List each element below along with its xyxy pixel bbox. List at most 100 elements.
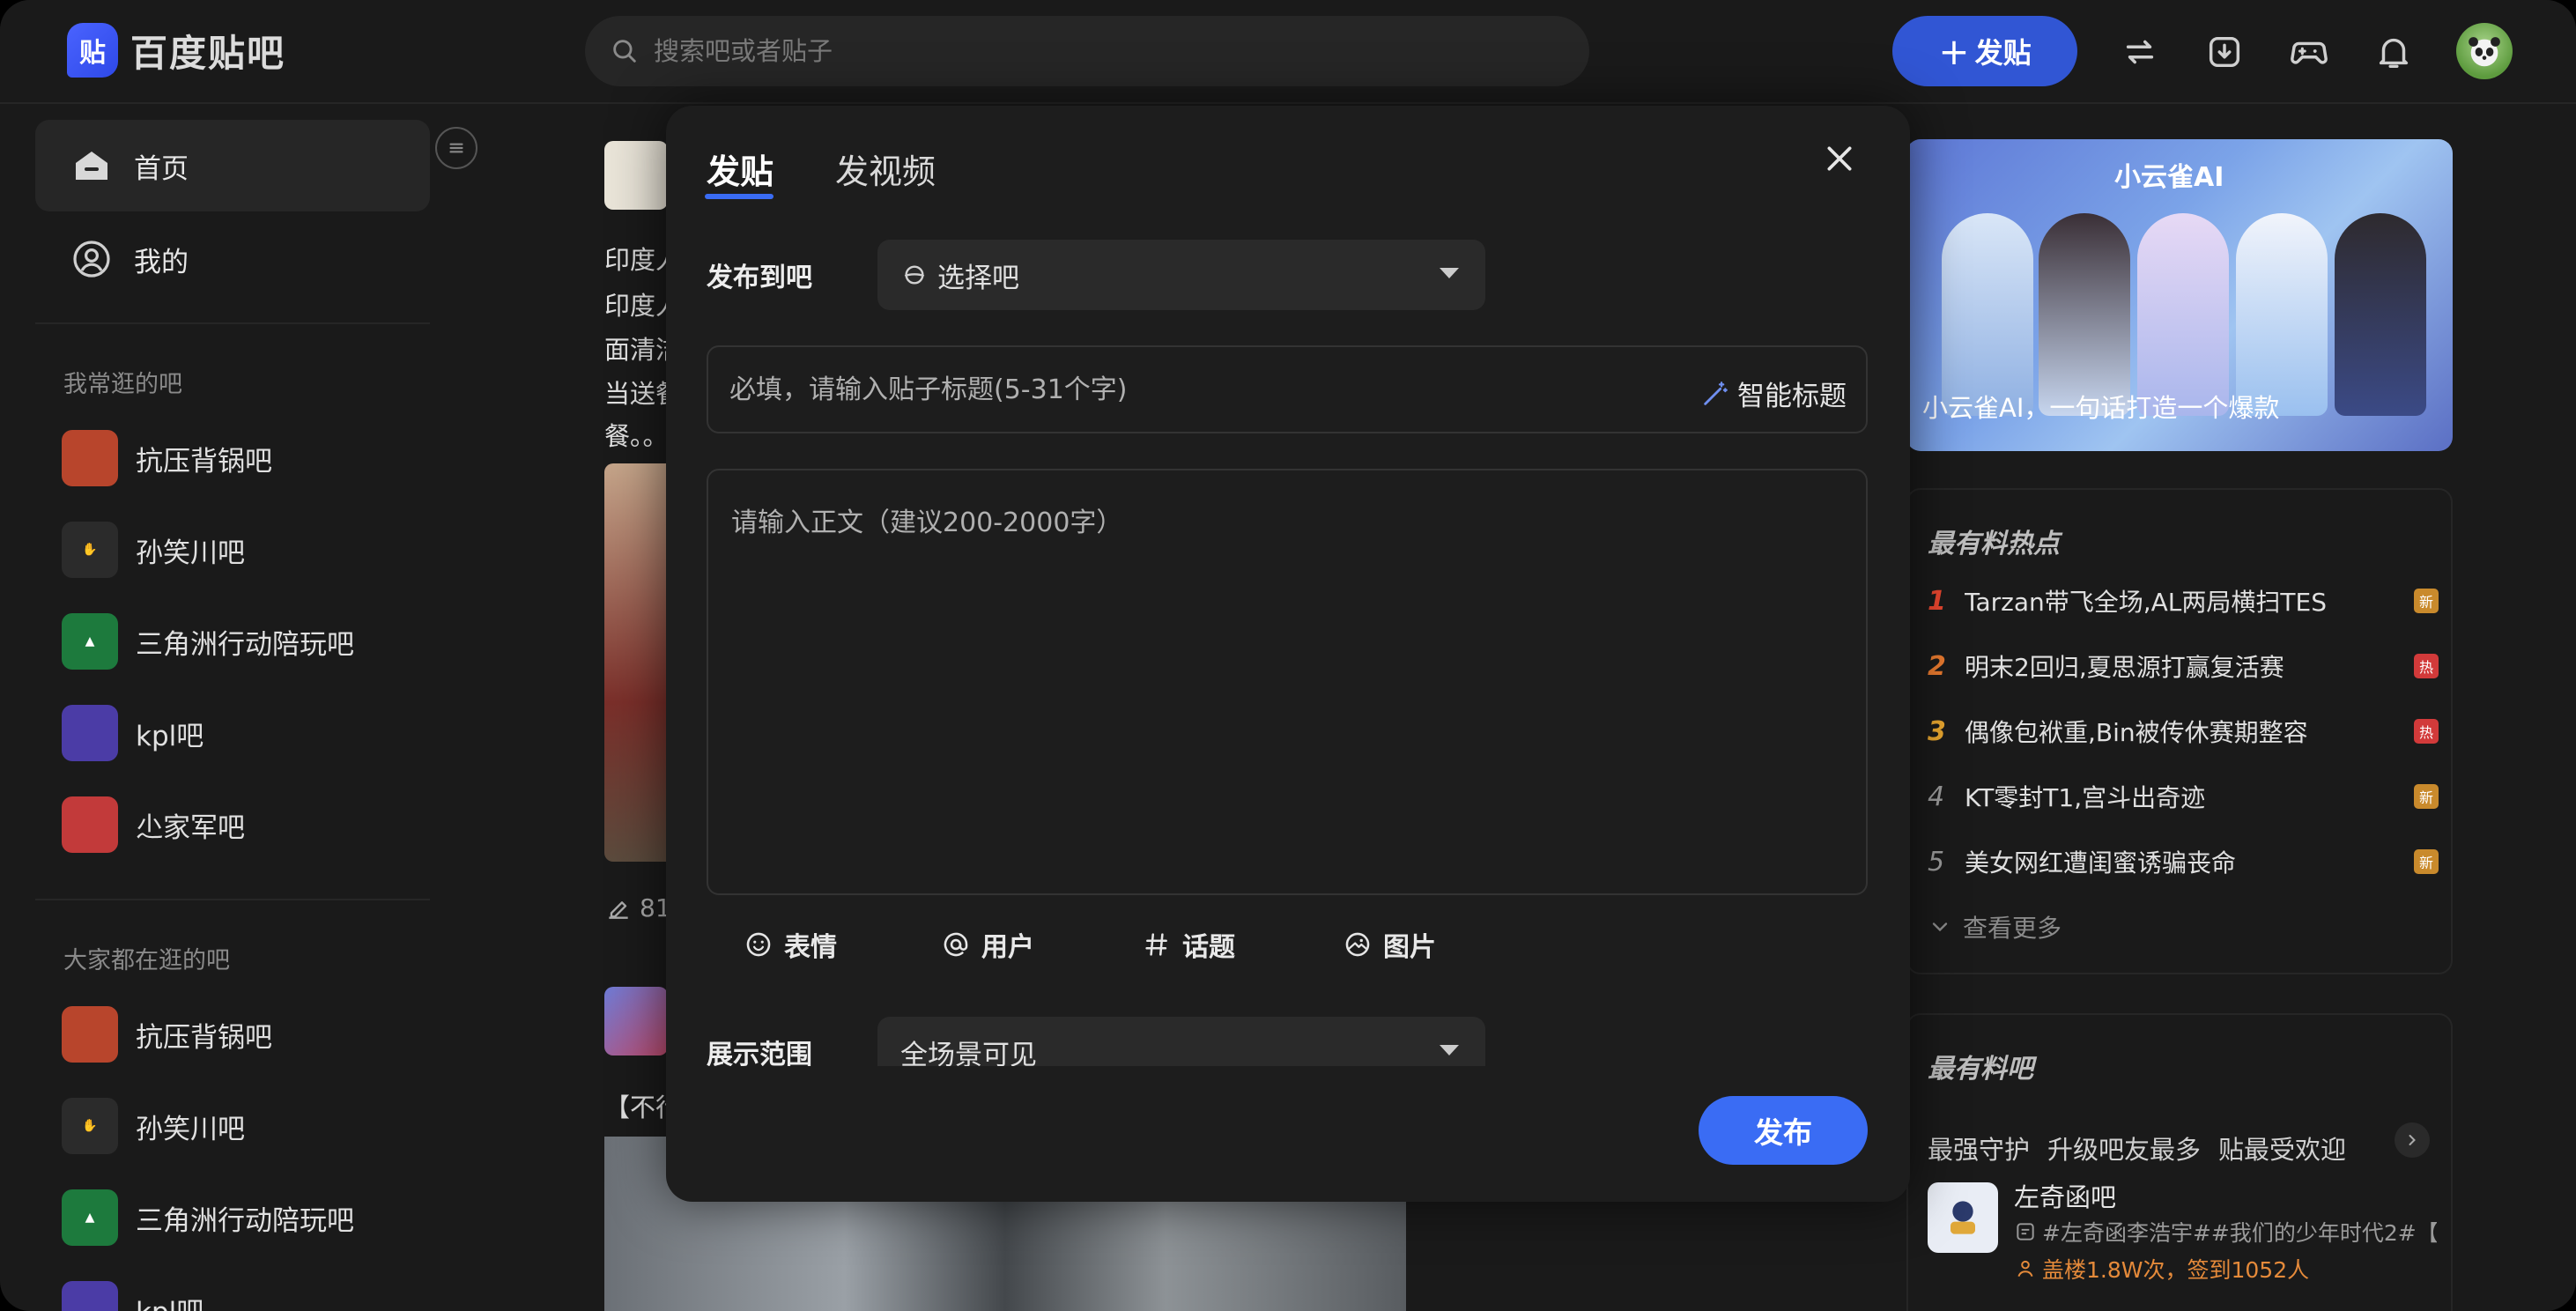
- sidebar-forum-kangya-popular[interactable]: 抗压背锅吧: [62, 1006, 272, 1063]
- forum-label: kpl吧: [136, 1290, 204, 1311]
- image-icon: [1345, 932, 1370, 957]
- new-badge: 新: [2414, 849, 2439, 874]
- divider: [35, 899, 430, 900]
- sidebar-forum-kpl-popular[interactable]: kpl吧: [62, 1281, 204, 1311]
- magic-wand-icon: [1704, 381, 1728, 405]
- smart-title-label: 智能标题: [1737, 381, 1847, 412]
- hot-badge: 热: [2414, 719, 2439, 744]
- tab-video[interactable]: 发视频: [835, 144, 936, 193]
- chevron-down-icon: [1440, 268, 1459, 278]
- banner-figure: [2335, 213, 2426, 416]
- chevron-down-icon: [1932, 922, 1948, 932]
- logo-mark: 贴: [67, 23, 118, 78]
- post-line: 餐。。: [604, 421, 669, 451]
- tab-most-popular[interactable]: 贴最受欢迎: [2218, 1130, 2346, 1167]
- emoji-icon: [746, 932, 771, 957]
- hot-topic-row[interactable]: 1 Tarzan带飞全场,AL两局横扫TES 新: [1928, 583, 2439, 618]
- scroll-clip: [666, 1066, 1910, 1092]
- nav-home-label: 首页: [134, 152, 189, 185]
- next-tab-button[interactable]: [2395, 1122, 2430, 1158]
- forum-avatar[interactable]: [1928, 1182, 1998, 1253]
- mention-user-button[interactable]: 用户: [941, 925, 1034, 964]
- publish-to-label: 发布到吧: [707, 263, 812, 293]
- forum-thumb: [62, 1281, 118, 1311]
- gamepad-icon[interactable]: [2289, 32, 2329, 72]
- nav-mine[interactable]: 我的: [35, 213, 430, 305]
- forum-name[interactable]: 左奇函吧: [2014, 1177, 2116, 1214]
- forum-label: 抗压背锅吧: [136, 1021, 272, 1054]
- avatar[interactable]: [2456, 23, 2513, 79]
- logo[interactable]: 贴 百度贴吧: [67, 23, 285, 78]
- featured-forums-title: 最有料吧: [1928, 1054, 2033, 1085]
- sidebar-collapse-button[interactable]: [435, 127, 477, 169]
- post-image[interactable]: [604, 463, 675, 862]
- ad-banner[interactable]: 小云雀AI 小云雀AI，一句话打造一个爆款: [1906, 139, 2453, 451]
- sidebar-forum-xiaojiajun[interactable]: 尐家军吧: [62, 796, 245, 853]
- plus-icon: +: [1938, 29, 1970, 73]
- title-input[interactable]: [729, 374, 1646, 405]
- swap-icon[interactable]: [2120, 32, 2160, 72]
- hot-topic-row[interactable]: 2 明末2回归,夏思源打赢复活赛 热: [1928, 648, 2439, 684]
- forum-stats: 盖楼1.8W次，签到1052人: [2042, 1257, 2310, 1283]
- forum-thumb: ▲: [62, 1189, 118, 1246]
- body-textarea[interactable]: [707, 469, 1868, 895]
- forum-label: kpl吧: [136, 720, 204, 752]
- sidebar-forum-kangya[interactable]: 抗压背锅吧: [62, 430, 272, 486]
- tab-most-upgraded[interactable]: 升级吧友最多: [2047, 1130, 2201, 1167]
- emoji-button[interactable]: 表情: [744, 925, 837, 964]
- edit-icon: [609, 900, 628, 919]
- hot-topic-row[interactable]: 5 美女网红遭闺蜜诱骗丧命 新: [1928, 844, 2439, 879]
- new-badge: 新: [2414, 784, 2439, 809]
- logo-text: 百度贴吧: [130, 31, 286, 75]
- forum-thumb: ✋: [62, 522, 118, 578]
- bell-icon[interactable]: [2373, 32, 2414, 72]
- banner-title: 小云雀AI: [2114, 162, 2224, 193]
- see-more-link[interactable]: 查看更多: [1928, 909, 2439, 944]
- featured-forums-card: 最有料吧 最强守护 升级吧友最多 贴最受欢迎 左奇函吧 #左奇函李浩宇##我们的…: [1906, 1013, 2453, 1311]
- search-box[interactable]: [585, 16, 1589, 86]
- sidebar-forum-kpl[interactable]: kpl吧: [62, 705, 204, 761]
- forum-label: 三角洲行动陪玩吧: [136, 1204, 354, 1237]
- menu-icon: [449, 143, 463, 153]
- sidebar-forum-sunxiaochuan[interactable]: ✋ 孙笑川吧: [62, 522, 245, 578]
- post-avatar[interactable]: [604, 987, 668, 1055]
- banner-figure: [2137, 213, 2229, 416]
- post-button[interactable]: + 发贴: [1892, 16, 2077, 86]
- forum-label: 三角洲行动陪玩吧: [136, 628, 354, 661]
- forum-thumb: [62, 796, 118, 853]
- forum-label: 尐家军吧: [136, 811, 245, 844]
- sidebar-forum-delta-popular[interactable]: ▲ 三角洲行动陪玩吧: [62, 1189, 354, 1246]
- banner-figure: [1942, 213, 2033, 416]
- hot-topic-row[interactable]: 4 KT零封T1,宫斗出奇迹 新: [1928, 779, 2439, 814]
- post-comment-count[interactable]: 81: [604, 893, 671, 922]
- forum-label: 孙笑川吧: [136, 1113, 245, 1145]
- hot-topic-row[interactable]: 3 偶像包袱重,Bin被传休赛期整容 热: [1928, 714, 2439, 749]
- tab-post[interactable]: 发贴: [707, 144, 774, 193]
- banner-figure: [2236, 213, 2328, 416]
- smart-title-button[interactable]: 智能标题: [1700, 374, 1847, 413]
- doc-icon: [2017, 1223, 2034, 1241]
- app-window: 贴 百度贴吧 + 发贴 首页 我的 我常逛的吧: [0, 0, 2576, 1311]
- topic-button[interactable]: 话题: [1142, 925, 1235, 964]
- nav-mine-label: 我的: [134, 246, 189, 278]
- close-icon[interactable]: [1822, 141, 1857, 176]
- forum-label: 孙笑川吧: [136, 537, 245, 569]
- image-button[interactable]: 图片: [1343, 925, 1436, 964]
- title-field[interactable]: 智能标题: [707, 345, 1868, 433]
- download-icon[interactable]: [2204, 32, 2245, 72]
- planet-icon: [904, 265, 925, 285]
- hot-topics-title: 最有料热点: [1928, 529, 2060, 559]
- nav-home[interactable]: 首页: [35, 120, 430, 211]
- hashtag-icon: [1145, 933, 1167, 956]
- post-avatar[interactable]: [604, 141, 668, 210]
- forum-logo-icon: [1951, 1201, 1975, 1234]
- sidebar-forum-sunxiaochuan-popular[interactable]: ✋ 孙笑川吧: [62, 1098, 245, 1154]
- search-input[interactable]: [654, 36, 1535, 66]
- tab-strongest-guard[interactable]: 最强守护: [1928, 1130, 2030, 1167]
- publish-button[interactable]: 发布: [1699, 1096, 1868, 1165]
- sidebar-forum-delta[interactable]: ▲ 三角洲行动陪玩吧: [62, 613, 354, 670]
- forum-thumb: ▲: [62, 613, 118, 670]
- person-icon: [2017, 1260, 2033, 1278]
- forum-select[interactable]: 选择吧: [877, 240, 1485, 310]
- hot-topics-card: 最有料热点 1 Tarzan带飞全场,AL两局横扫TES 新 2 明末2回归,夏…: [1906, 488, 2453, 974]
